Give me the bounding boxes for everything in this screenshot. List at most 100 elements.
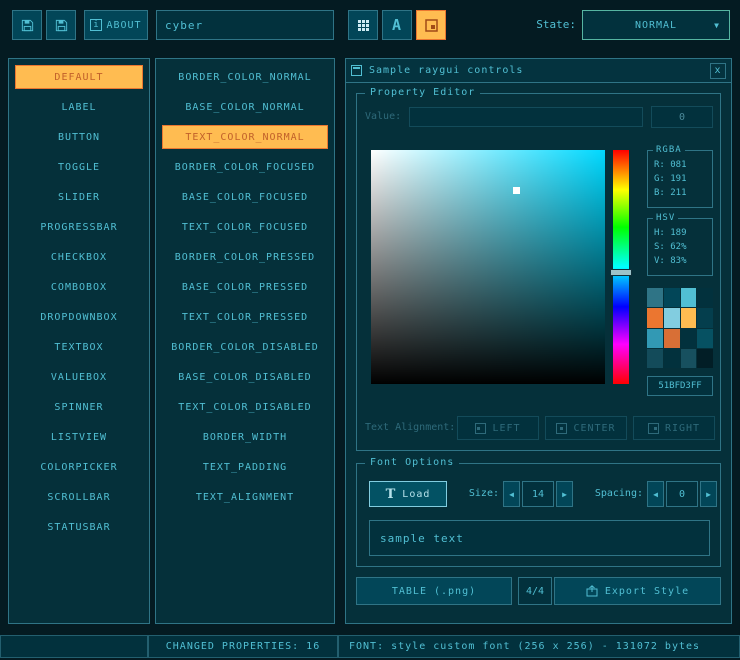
- palette-color-cell[interactable]: [681, 308, 697, 327]
- color-picker-cursor[interactable]: [513, 187, 520, 194]
- property-list-item[interactable]: BORDER_COLOR_FOCUSED: [162, 155, 328, 179]
- font-settings-button[interactable]: A: [382, 10, 412, 40]
- hsv-v-value: V: 83%: [648, 254, 712, 268]
- rgba-r-value: R: 081: [648, 158, 712, 172]
- load-font-button[interactable]: T Load: [369, 481, 447, 507]
- hue-slider-handle[interactable]: [610, 269, 632, 276]
- state-value: NORMAL: [635, 20, 677, 31]
- control-list-item[interactable]: COMBOBOX: [15, 275, 143, 299]
- export-table-png-button[interactable]: TABLE (.png): [356, 577, 512, 605]
- control-list-item[interactable]: SPINNER: [15, 395, 143, 419]
- control-list-item[interactable]: DROPDOWNBOX: [15, 305, 143, 329]
- hue-slider-bar[interactable]: [613, 150, 629, 384]
- load-font-label: Load: [402, 489, 430, 500]
- load-style-button[interactable]: [12, 10, 42, 40]
- state-dropdown[interactable]: NORMAL ▼: [582, 10, 730, 40]
- font-spacing-decrease-button[interactable]: ◀: [647, 481, 664, 507]
- control-list-item[interactable]: PROGRESSBAR: [15, 215, 143, 239]
- align-left-icon: [475, 423, 486, 434]
- property-editor-group: Property Editor Value: 0 RGBA R: 081 G: …: [356, 93, 721, 451]
- close-icon[interactable]: x: [710, 63, 726, 79]
- control-list-item[interactable]: CHECKBOX: [15, 245, 143, 269]
- export-button-label: Export Style: [605, 586, 689, 597]
- control-list-item[interactable]: LISTVIEW: [15, 425, 143, 449]
- value-input[interactable]: [409, 107, 643, 127]
- property-list-item[interactable]: TEXT_ALIGNMENT: [162, 485, 328, 509]
- style-name-input[interactable]: [156, 10, 334, 40]
- window-icon: [351, 65, 362, 76]
- about-label: ABOUT: [106, 20, 141, 31]
- palette-color-cell[interactable]: [697, 349, 713, 368]
- property-list-item[interactable]: BORDER_COLOR_DISABLED: [162, 335, 328, 359]
- hex-value-box[interactable]: 51BFD3FF: [647, 376, 713, 396]
- property-list-item[interactable]: TEXT_COLOR_DISABLED: [162, 395, 328, 419]
- control-list-item[interactable]: DEFAULT: [15, 65, 143, 89]
- save-style-button[interactable]: [46, 10, 76, 40]
- font-size-increase-button[interactable]: ▶: [556, 481, 573, 507]
- palette-color-cell[interactable]: [647, 308, 663, 327]
- property-list-item[interactable]: TEXT_COLOR_FOCUSED: [162, 215, 328, 239]
- color-palette-button[interactable]: [416, 10, 446, 40]
- property-list-item[interactable]: BASE_COLOR_DISABLED: [162, 365, 328, 389]
- control-list-item[interactable]: COLORPICKER: [15, 455, 143, 479]
- control-list-item[interactable]: TOGGLE: [15, 155, 143, 179]
- palette-color-cell[interactable]: [697, 329, 713, 348]
- property-list-item[interactable]: TEXT_COLOR_PRESSED: [162, 305, 328, 329]
- font-size-decrease-button[interactable]: ◀: [503, 481, 520, 507]
- align-center-label: CENTER: [573, 423, 615, 434]
- palette-color-cell[interactable]: [664, 349, 680, 368]
- control-list-item[interactable]: BUTTON: [15, 125, 143, 149]
- chevron-down-icon: ▼: [714, 21, 720, 30]
- palette-color-cell[interactable]: [681, 329, 697, 348]
- align-left-button[interactable]: LEFT: [457, 416, 539, 440]
- property-list-item[interactable]: BORDER_COLOR_NORMAL: [162, 65, 328, 89]
- palette-color-cell[interactable]: [647, 288, 663, 307]
- palette-color-cell[interactable]: [647, 329, 663, 348]
- control-list-item[interactable]: STATUSBAR: [15, 515, 143, 539]
- control-list-item[interactable]: TEXTBOX: [15, 335, 143, 359]
- palette-color-cell[interactable]: [681, 349, 697, 368]
- rgba-g-value: G: 191: [648, 172, 712, 186]
- text-T-icon: T: [386, 487, 397, 502]
- style-table-button[interactable]: [348, 10, 378, 40]
- rgba-label: RGBA: [653, 145, 685, 155]
- align-center-button[interactable]: CENTER: [545, 416, 627, 440]
- align-left-label: LEFT: [492, 423, 520, 434]
- property-list-item[interactable]: BASE_COLOR_FOCUSED: [162, 185, 328, 209]
- control-list-item[interactable]: SLIDER: [15, 185, 143, 209]
- property-list-item[interactable]: BORDER_COLOR_PRESSED: [162, 245, 328, 269]
- property-list-item[interactable]: BORDER_WIDTH: [162, 425, 328, 449]
- palette-color-cell[interactable]: [697, 308, 713, 327]
- color-saturation-value-picker[interactable]: [371, 150, 605, 384]
- hsv-s-value: S: 62%: [648, 240, 712, 254]
- property-list-item[interactable]: BASE_COLOR_NORMAL: [162, 95, 328, 119]
- property-list-item[interactable]: TEXT_PADDING: [162, 455, 328, 479]
- table-counter-box[interactable]: 4/4: [518, 577, 552, 605]
- font-spacing-label: Spacing:: [579, 481, 643, 507]
- property-list-item[interactable]: BASE_COLOR_PRESSED: [162, 275, 328, 299]
- export-style-button[interactable]: Export Style: [554, 577, 721, 605]
- align-right-button[interactable]: RIGHT: [633, 416, 715, 440]
- font-spacing-increase-button[interactable]: ▶: [700, 481, 717, 507]
- font-spacing-value[interactable]: 0: [666, 481, 698, 507]
- palette-color-cell[interactable]: [664, 329, 680, 348]
- sample-text-input[interactable]: [369, 520, 710, 556]
- value-spinner-box[interactable]: 0: [651, 106, 713, 128]
- palette-color-cell[interactable]: [681, 288, 697, 307]
- value-label: Value:: [365, 106, 409, 128]
- control-list-item[interactable]: LABEL: [15, 95, 143, 119]
- floppy-open-icon: [20, 18, 35, 33]
- control-list-item[interactable]: SCROLLBAR: [15, 485, 143, 509]
- font-size-value[interactable]: 14: [522, 481, 554, 507]
- table-button-label: TABLE (.png): [392, 586, 476, 597]
- about-button[interactable]: i ABOUT: [84, 10, 148, 40]
- palette-color-cell[interactable]: [664, 308, 680, 327]
- property-list-item[interactable]: TEXT_COLOR_NORMAL: [162, 125, 328, 149]
- palette-color-cell[interactable]: [664, 288, 680, 307]
- align-right-label: RIGHT: [665, 423, 700, 434]
- floppy-save-icon: [54, 18, 69, 33]
- control-list-item[interactable]: VALUEBOX: [15, 365, 143, 389]
- palette-color-cell[interactable]: [697, 288, 713, 307]
- window-title: Sample raygui controls: [369, 65, 523, 76]
- palette-color-cell[interactable]: [647, 349, 663, 368]
